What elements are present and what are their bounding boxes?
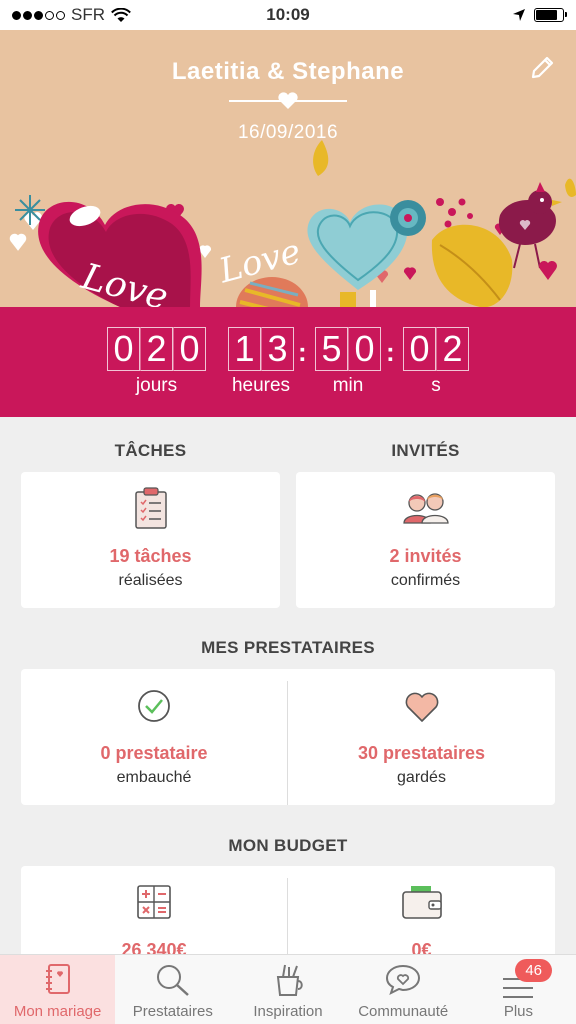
tab-label: Prestataires [132,1003,213,1020]
location-arrow-icon [513,9,525,21]
tab-plus[interactable]: 46 Plus [461,955,576,1024]
tab-label: Inspiration [253,1003,323,1020]
countdown-digit: 2 [140,327,173,371]
countdown-days: 0 2 0 [107,327,206,371]
notification-badge: 46 [515,959,553,982]
signal-carrier: SFR [12,5,131,25]
countdown-hours: 1 3 [228,327,294,371]
couple-names: Laetitia & Stephane [171,58,405,85]
tab-prestataires[interactable]: Prestataires [115,955,230,1024]
heart-icon [405,692,438,722]
pencil-cup-icon [276,964,303,996]
countdown-seconds: 0 2 [403,327,469,371]
status-bar: SFR 10:09 [0,0,576,30]
hired-vendors-count: 0 prestataire [100,743,208,763]
tab-inspiration[interactable]: Inspiration [230,955,345,1024]
tab-label: Communauté [358,1003,449,1020]
countdown-digit: 3 [261,327,294,371]
wedding-header: Laetitia & Stephane 16/09/2016 Love Love [0,30,576,307]
saved-vendors[interactable]: 30 prestataires gardés [288,669,555,805]
edit-pencil-icon[interactable] [528,54,556,82]
tasks-section-title: TÂCHES [114,441,187,460]
hired-vendors[interactable]: 0 prestataire embauché [21,669,287,805]
guests-count: 2 invités [389,546,462,566]
couple-guests-icon [402,493,449,524]
countdown-digit: 0 [107,327,140,371]
love-doodle-illustration: Love Love [9,140,576,307]
hired-vendors-caption: embauché [116,769,192,786]
chat-heart-icon [386,964,421,995]
tasks-caption: réalisées [118,572,183,589]
tab-mon-mariage[interactable]: Mon mariage [0,955,116,1024]
countdown-digit: 5 [315,327,348,371]
tab-label: Plus [503,1003,533,1020]
budget-card: 26 340€ 0€ [21,866,555,966]
countdown-separator: : [386,337,395,367]
clock: 10:09 [266,5,310,24]
guests-card[interactable]: 2 invités confirmés [296,472,555,608]
countdown-digit: 0 [348,327,381,371]
check-circle-icon [138,690,170,722]
bottom-tab-bar: Mon mariage Prestataires Inspiration Com… [0,954,576,1024]
countdown-digit: 2 [436,327,469,371]
countdown-digit: 0 [403,327,436,371]
search-icon [156,965,189,996]
tasks-card[interactable]: 19 tâches réalisées [21,472,280,608]
carrier-label: SFR [71,5,105,24]
wedding-countdown: 0 2 0 1 3 : 5 0 : 0 2 jours heures min s [0,307,576,417]
seconds-label: s [431,375,441,396]
countdown-separator: : [298,337,307,367]
budget-estimated[interactable]: 26 340€ [21,866,287,966]
calculator-icon [137,885,171,919]
tasks-count: 19 tâches [109,546,192,566]
vendors-section-title: MES PRESTATAIRES [201,638,375,657]
saved-vendors-caption: gardés [397,769,446,786]
clipboard-checklist-icon [134,487,167,529]
minutes-label: min [332,375,364,396]
guests-caption: confirmés [390,572,461,589]
days-label: jours [135,375,178,396]
countdown-digit: 1 [228,327,261,371]
wallet-icon [401,886,442,919]
countdown-minutes: 5 0 [315,327,381,371]
countdown-digit: 0 [173,327,206,371]
vendors-card: 0 prestataire embauché 30 prestataires g… [21,669,555,805]
tab-communaute[interactable]: Communauté [346,955,461,1024]
signal-strength-icon [12,10,65,20]
budget-spent[interactable]: 0€ [288,866,555,966]
tab-label: Mon mariage [13,1003,102,1020]
budget-section-title: MON BUDGET [228,836,348,855]
guests-section-title: INVITÉS [391,441,460,460]
hours-label: heures [231,375,291,396]
battery-icon [534,8,567,22]
notebook-icon [45,964,70,994]
heart-divider-icon [229,92,347,109]
wifi-icon [111,7,131,22]
saved-vendors-count: 30 prestataires [357,743,486,763]
